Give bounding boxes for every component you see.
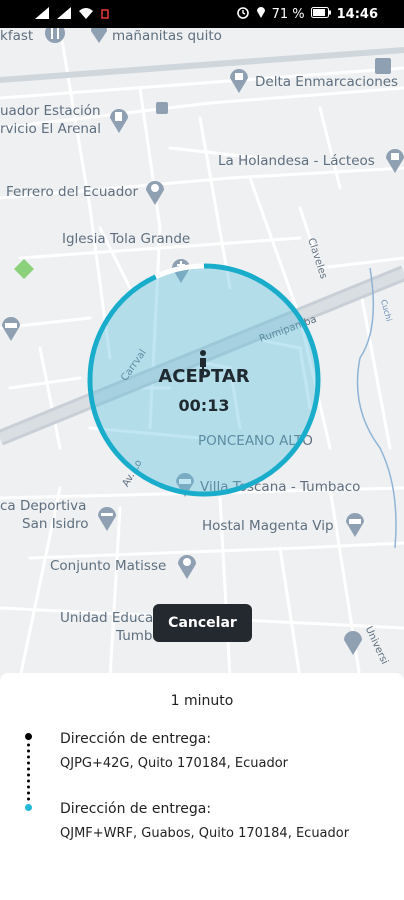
battery-icon <box>310 6 331 22</box>
bed-icon[interactable] <box>0 314 22 341</box>
signal-icon <box>56 5 72 24</box>
map-label: La Holandesa - Lácteos <box>218 153 375 169</box>
place-pin-icon[interactable] <box>342 628 364 655</box>
map-label: Delta Enmarcaciones <box>255 74 399 90</box>
pickup-title: Dirección de entrega: <box>60 731 212 747</box>
place-pin-icon[interactable] <box>144 178 166 205</box>
shopping-bag-icon[interactable] <box>384 146 404 173</box>
map-label: Ferrero del Ecuador <box>6 184 139 200</box>
trip-duration: 1 minuto <box>170 693 234 709</box>
signal-icon <box>34 5 50 24</box>
dropoff-address: QJMF+WRF, Guabos, Quito 170184, Ecuador <box>60 826 350 841</box>
pickup-address: QJPG+42G, Quito 170184, Ecuador <box>60 756 289 771</box>
clock-time: 14:46 <box>336 6 378 22</box>
route-line <box>27 743 30 801</box>
accept-button[interactable]: ACEPTAR 00:13 <box>86 262 322 498</box>
notification-icon <box>100 5 110 24</box>
trip-details-sheet: 1 minuto Dirección de entrega: QJPG+42G,… <box>0 673 404 900</box>
fuel-icon[interactable] <box>108 106 130 133</box>
accept-label: ACEPTAR <box>158 366 250 387</box>
shopping-bag-icon[interactable] <box>228 66 250 93</box>
pickup-marker <box>25 733 32 740</box>
dropoff-marker <box>25 804 32 811</box>
countdown-timer: 00:13 <box>178 396 230 415</box>
place-pin-icon[interactable] <box>88 28 110 44</box>
map-label: Hostal Magenta Vip <box>202 518 334 534</box>
battery-percent: 71 % <box>271 6 305 22</box>
dumbbell-icon[interactable] <box>96 504 118 531</box>
map-label: ca Deportiva <box>0 498 87 514</box>
map-label: Iglesia Tola Grande <box>62 231 191 247</box>
map-label: San Isidro <box>22 516 89 532</box>
map-label: Unidad Educa <box>60 610 154 626</box>
alarm-icon <box>236 5 250 23</box>
map-label: rvicio El Arenal <box>0 121 101 137</box>
location-icon <box>256 5 266 23</box>
map-label: uador Estación <box>0 103 101 119</box>
map-label: mañanitas quito <box>112 28 222 44</box>
map-label: kfast <box>0 28 34 44</box>
place-pin-icon[interactable] <box>176 552 198 579</box>
status-bar: 71 % 14:46 <box>0 0 404 28</box>
map-label: Conjunto Matisse <box>50 558 167 574</box>
fork-knife-icon[interactable] <box>44 28 66 44</box>
bed-icon[interactable] <box>344 510 366 537</box>
wifi-icon <box>78 5 94 24</box>
dropoff-title: Dirección de entrega: <box>60 801 212 817</box>
cancel-button[interactable]: Cancelar <box>153 604 252 642</box>
